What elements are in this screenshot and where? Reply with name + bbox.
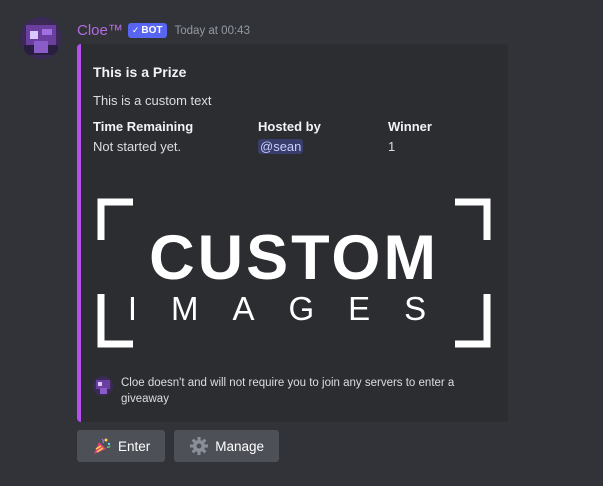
bot-tag-label: BOT <box>141 25 163 36</box>
timestamp: Today at 00:43 <box>174 24 250 37</box>
manage-button-label: Manage <box>215 438 265 454</box>
action-row: Enter Manage <box>77 430 280 462</box>
message-header: Cloe™ ✓ BOT Today at 00:43 <box>77 22 250 39</box>
embed-title: This is a Prize <box>93 64 187 80</box>
party-popper-icon <box>94 438 111 454</box>
user-mention[interactable]: @sean <box>258 139 304 154</box>
embed-footer: Cloe doesn't and will not require you to… <box>93 375 493 407</box>
field-name: Hosted by <box>258 119 321 134</box>
footer-text: Cloe doesn't and will not require you to… <box>121 377 455 405</box>
avatar-image <box>20 17 62 59</box>
field-winner: Winner 1 <box>388 119 432 154</box>
username[interactable]: Cloe™ <box>77 22 123 39</box>
embed-image[interactable]: CUSTOM IMAGES <box>93 194 495 354</box>
field-value: Not started yet. <box>93 139 182 154</box>
checkmark-icon: ✓ <box>131 25 140 35</box>
avatar[interactable] <box>20 17 62 59</box>
field-name: Winner <box>388 119 432 134</box>
field-time-remaining: Time Remaining Not started yet. <box>93 119 193 154</box>
embed-description: This is a custom text <box>93 93 212 108</box>
field-name: Time Remaining <box>93 119 194 134</box>
custom-images-logo: CUSTOM IMAGES <box>93 194 495 354</box>
giveaway-embed: This is a Prize This is a custom text Ti… <box>77 44 508 422</box>
bot-tag: ✓ BOT <box>127 23 167 38</box>
field-value: 1 <box>388 139 396 154</box>
message: Cloe™ ✓ BOT Today at 00:43 This is a Pri… <box>0 0 603 486</box>
manage-button[interactable]: Manage <box>174 430 280 462</box>
gear-icon <box>190 437 209 455</box>
enter-button-label: Enter <box>118 438 151 454</box>
field-hosted-by: Hosted by @sean <box>258 119 321 154</box>
enter-button[interactable]: Enter <box>77 430 166 462</box>
logo-line-2: IMAGES <box>128 290 460 327</box>
logo-line-1: CUSTOM <box>149 223 439 293</box>
footer-icon <box>93 376 113 396</box>
